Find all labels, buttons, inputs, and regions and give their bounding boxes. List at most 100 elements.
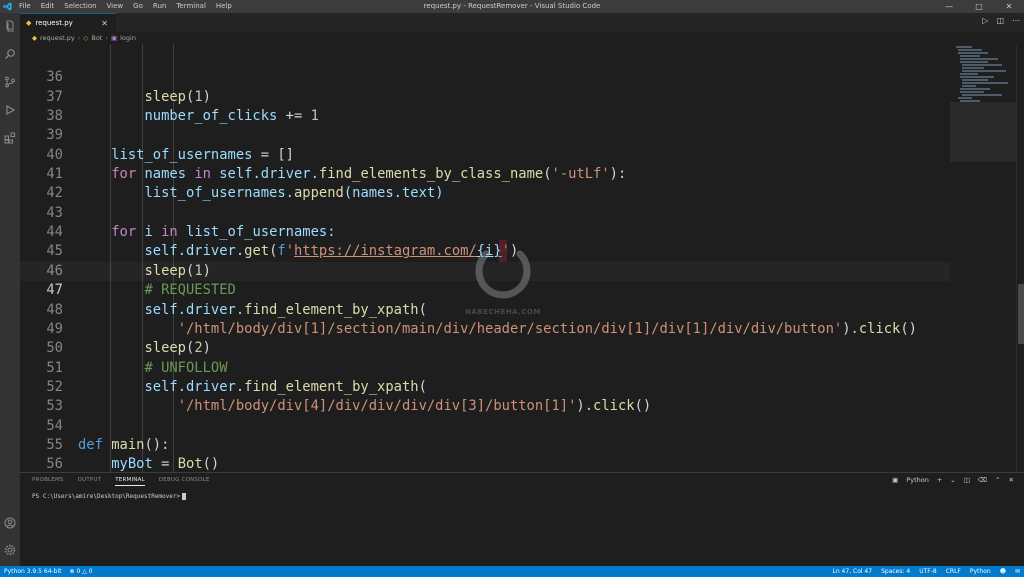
explorer-icon[interactable] (3, 19, 17, 33)
trash-icon[interactable]: ⌫ (978, 476, 987, 484)
status-bar: Python 3.9.5 64-bit ⊗ 0 △ 0 Ln 47, Col 4… (0, 566, 1024, 577)
menu-run[interactable]: Run (148, 0, 171, 13)
vertical-scrollbar[interactable] (1016, 44, 1024, 472)
breadcrumb-class[interactable]: Bot (91, 34, 102, 42)
activity-bar (0, 13, 20, 566)
run-debug-icon[interactable] (3, 103, 17, 117)
code-line: 39 list_of_usernames = [] (20, 107, 950, 162)
warning-icon: △ (82, 568, 87, 575)
tab-output[interactable]: OUTPUT (78, 477, 102, 486)
gear-icon[interactable] (3, 543, 17, 557)
code-line: 45 sleep(1) (20, 223, 950, 278)
menu-view[interactable]: View (102, 0, 129, 13)
language-mode[interactable]: Python (970, 568, 991, 575)
code-line: 48 '/html/body/div[1]/section/main/div/h… (20, 281, 950, 337)
code-line: 42 (20, 165, 950, 201)
code-line: 55 myBot = Bot() (20, 417, 950, 472)
bell-icon[interactable]: ✉ (1015, 568, 1020, 575)
minimize-icon[interactable]: — (934, 0, 964, 13)
search-icon[interactable] (3, 47, 17, 61)
code-line: 38 (20, 88, 950, 124)
editor-tabs: ◆ request.py ✕ ▷ ◫ ⋯ (20, 13, 1024, 32)
code-line: 53 (20, 378, 950, 414)
menu-bar: File Edit Selection View Go Run Terminal… (14, 0, 237, 13)
terminal[interactable]: PS C:\Users\amire\Desktop\RequestRemover… (32, 493, 187, 500)
scrollbar-thumb[interactable] (1018, 284, 1024, 344)
problems-indicator[interactable]: ⊗ 0 △ 0 (70, 568, 93, 575)
terminal-shell-select[interactable]: Python (906, 476, 929, 484)
code-line: 54 def main(): (20, 397, 950, 453)
window-controls: — □ ✕ (934, 0, 1024, 13)
terminal-prompt: PS C:\Users\amire\Desktop\RequestRemover… (32, 493, 181, 500)
class-icon: ◇ (83, 34, 89, 42)
cursor-position[interactable]: Ln 47, Col 47 (833, 568, 873, 575)
code-line: 44 self.driver.get(f'https://instagram.c… (20, 204, 950, 259)
code-line: 37 number_of_clicks += 1 (20, 68, 950, 124)
menu-go[interactable]: Go (128, 0, 148, 13)
split-terminal-icon[interactable]: ◫ (964, 476, 970, 484)
error-icon: ⊗ (69, 568, 75, 575)
breadcrumb-file[interactable]: request.py (40, 34, 75, 42)
python-file-icon: ◆ (26, 19, 32, 27)
more-actions-icon[interactable]: ⋯ (1012, 16, 1020, 25)
code-line: 56 (20, 436, 950, 472)
code-line-current: 47 self.driver.find_element_by_xpath( (20, 262, 950, 317)
terminal-icon: ▣ (892, 476, 899, 484)
code-line: 36 sleep(1) (20, 49, 950, 104)
code-line: 41 list_of_usernames.append(names.text) (20, 146, 950, 201)
tab-request-py[interactable]: ◆ request.py ✕ (20, 13, 116, 32)
python-file-icon: ◆ (32, 34, 37, 42)
feedback-icon[interactable]: ☻ (1000, 568, 1006, 575)
vscode-logo-icon (0, 0, 14, 13)
tab-debug-console[interactable]: DEBUG CONSOLE (159, 477, 210, 486)
error-count: 0 (76, 568, 81, 575)
terminal-cursor (182, 493, 187, 500)
chevron-right-icon: › (77, 34, 81, 42)
panel-tabs: PROBLEMS OUTPUT TERMINAL DEBUG CONSOLE (32, 477, 210, 486)
chevron-down-icon[interactable]: ⌄ (950, 476, 955, 484)
tab-problems[interactable]: PROBLEMS (32, 477, 64, 486)
breadcrumb-method[interactable]: login (120, 34, 136, 42)
code-line: 51 self.driver.find_element_by_xpath( (20, 339, 950, 395)
breadcrumb: ◆ request.py › ◇ Bot › ▣ login (20, 32, 1024, 44)
close-panel-icon[interactable]: ✕ (1009, 476, 1014, 484)
panel-actions: ▣ Python + ⌄ ◫ ⌫ ⌃ ✕ (892, 476, 1014, 484)
menu-terminal[interactable]: Terminal (171, 0, 211, 13)
run-file-icon[interactable]: ▷ (982, 16, 988, 25)
bottom-panel: PROBLEMS OUTPUT TERMINAL DEBUG CONSOLE ▣… (20, 472, 1024, 566)
menu-selection[interactable]: Selection (59, 0, 101, 13)
title-bar: File Edit Selection View Go Run Terminal… (0, 0, 1024, 13)
minimap-slider[interactable] (950, 102, 1016, 162)
tab-terminal[interactable]: TERMINAL (115, 477, 145, 486)
chevron-up-icon[interactable]: ⌃ (995, 476, 1000, 484)
new-terminal-icon[interactable]: + (937, 476, 942, 484)
menu-edit[interactable]: Edit (36, 0, 60, 13)
code-line: 40 for names in self.driver.find_element… (20, 126, 950, 182)
indentation[interactable]: Spaces: 4 (881, 568, 910, 575)
encoding[interactable]: UTF-8 (919, 568, 937, 575)
account-icon[interactable] (3, 516, 17, 530)
maximize-icon[interactable]: □ (964, 0, 994, 13)
code-line: 50 # UNFOLLOW (20, 320, 950, 375)
extensions-icon[interactable] (3, 131, 17, 145)
python-interpreter[interactable]: Python 3.9.5 64-bit (4, 568, 62, 575)
close-window-icon[interactable]: ✕ (994, 0, 1024, 13)
code-line: 46 # REQUESTED (20, 243, 950, 298)
menu-file[interactable]: File (14, 0, 36, 13)
code-line: 52 '/html/body/div[4]/div/div/div/div[3]… (20, 359, 950, 414)
split-editor-icon[interactable]: ◫ (996, 16, 1004, 25)
code-editor[interactable]: 36 sleep(1) 37 number_of_clicks += 1 38 … (20, 44, 950, 472)
editor-actions: ▷ ◫ ⋯ (982, 16, 1020, 25)
chevron-right-icon: › (105, 34, 108, 42)
minimap[interactable] (950, 44, 1016, 472)
code-line: 57 (20, 455, 950, 472)
code-line: 43 for i in list_of_usernames: (20, 184, 950, 240)
close-tab-icon[interactable]: ✕ (101, 19, 108, 28)
menu-help[interactable]: Help (211, 0, 237, 13)
line-endings[interactable]: CRLF (946, 568, 961, 575)
source-control-icon[interactable] (3, 75, 17, 89)
tab-label: request.py (35, 19, 73, 27)
method-icon: ▣ (110, 34, 118, 42)
code-line: 49 sleep(2) (20, 301, 950, 356)
warning-count: 0 (88, 568, 93, 575)
